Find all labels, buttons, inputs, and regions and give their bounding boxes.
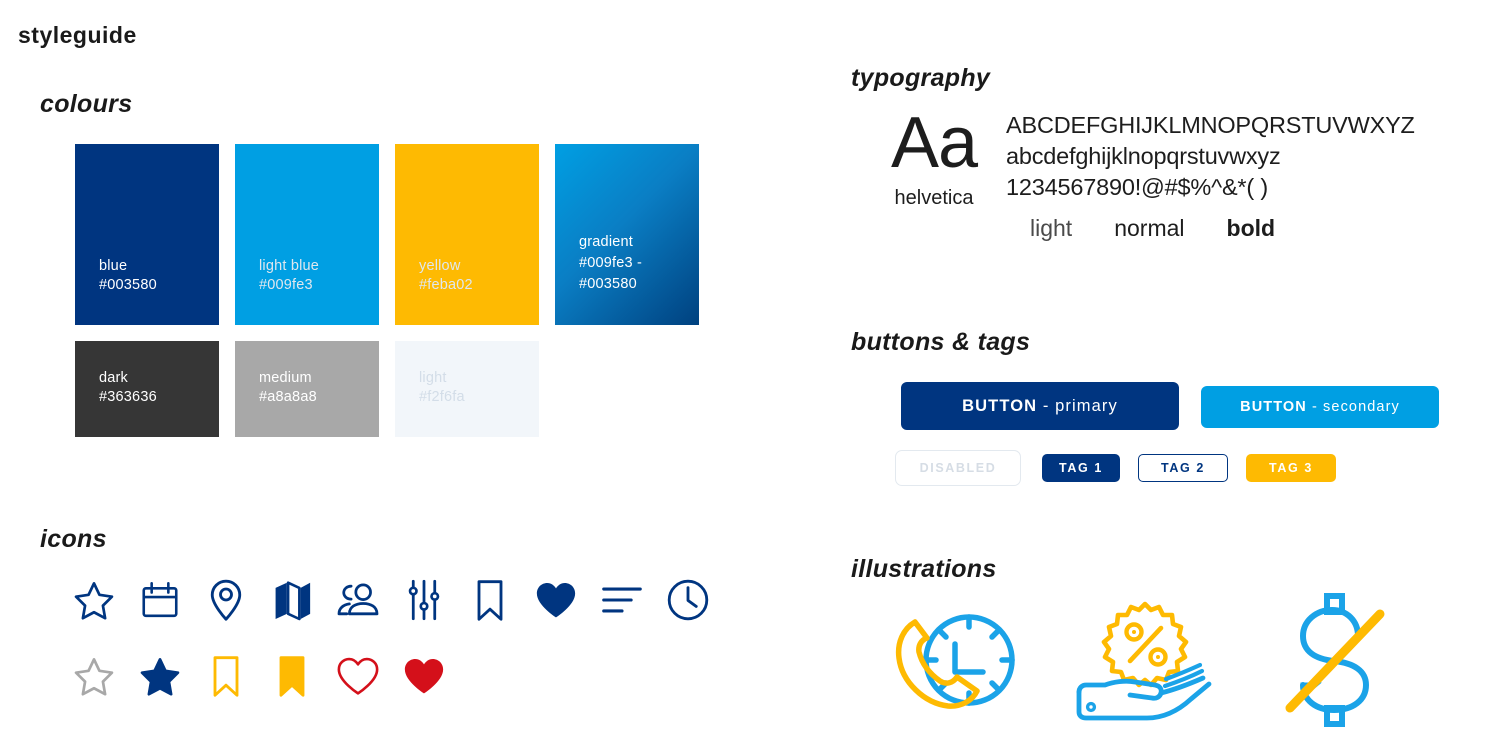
disabled-tag: DISABLED	[895, 450, 1021, 486]
colour-swatch-light-blue: light blue #009fe3	[235, 144, 379, 325]
section-title-illustrations: illustrations	[851, 555, 997, 583]
sliders-icon[interactable]	[402, 572, 446, 628]
colour-swatch-light: light #f2f6fa	[395, 341, 539, 437]
swatch-name: medium	[259, 370, 312, 386]
typeface-sample: Aa helvetica	[880, 103, 988, 212]
swatch-hex: #009fe3	[259, 277, 313, 293]
phone-clock-globe-illustration	[880, 590, 1030, 730]
primary-button[interactable]: BUTTON - primary	[901, 382, 1179, 430]
star-outline-icon[interactable]	[72, 572, 116, 628]
swatch-name: dark	[99, 370, 129, 386]
styleguide-page: styleguide colours blue #003580 light bl…	[0, 0, 1500, 750]
colour-swatch-row-1: blue #003580 light blue #009fe3 yellow #…	[75, 144, 699, 325]
swatch-name: yellow	[419, 258, 461, 274]
font-weights: light normal bold	[1030, 215, 1415, 242]
swatch-name: light blue	[259, 258, 320, 274]
page-title: styleguide	[18, 22, 137, 48]
sort-list-icon[interactable]	[600, 572, 644, 628]
star-filled-blue-icon[interactable]	[138, 650, 182, 702]
hand-discount-badge-illustration	[1070, 590, 1220, 730]
weight-light: light	[1030, 215, 1073, 241]
heart-filled-icon[interactable]	[534, 572, 578, 628]
colour-swatch-medium: medium #a8a8a8	[235, 341, 379, 437]
secondary-button-label-rest: - secondary	[1306, 399, 1400, 415]
typeface-glyph: Aa	[890, 103, 978, 183]
lowercase-line: abcdefghijklnopqrstuvwxyz	[1006, 143, 1281, 169]
icon-row-primary	[72, 572, 710, 628]
weight-bold: bold	[1226, 215, 1276, 241]
heart-outline-red-icon[interactable]	[336, 650, 380, 702]
swatch-hex: #003580	[99, 277, 157, 293]
secondary-button[interactable]: BUTTON - secondary	[1201, 386, 1439, 428]
tag-3[interactable]: TAG 3	[1246, 454, 1336, 482]
tag-2[interactable]: TAG 2	[1138, 454, 1228, 482]
swatch-name: gradient	[579, 234, 633, 250]
colour-swatch-blue: blue #003580	[75, 144, 219, 325]
numerals-line: 1234567890!@#$%^&*( )	[1006, 174, 1268, 200]
swatch-hex: #009fe3 - #003580	[579, 255, 643, 292]
people-icon[interactable]	[336, 572, 380, 628]
section-title-buttons-tags: buttons & tags	[851, 328, 1031, 356]
section-title-icons: icons	[40, 525, 107, 553]
primary-button-label-bold: BUTTON	[962, 396, 1038, 415]
typography-specimen: Aa helvetica ABCDEFGHIJKLMNOPQRSTUVWXYZ …	[880, 103, 1415, 242]
colour-swatch-gradient: gradient #009fe3 - #003580	[555, 144, 699, 325]
swatch-hex: #363636	[99, 389, 157, 405]
bookmark-filled-yellow-icon[interactable]	[270, 650, 314, 702]
clock-icon[interactable]	[666, 572, 710, 628]
swatch-name: light	[419, 370, 447, 386]
section-title-typography: typography	[851, 64, 991, 92]
primary-button-label-rest: - primary	[1037, 396, 1118, 415]
illustration-row	[880, 590, 1410, 730]
typeface-name: helvetica	[894, 187, 974, 209]
swatch-hex: #f2f6fa	[419, 389, 465, 405]
colour-swatch-dark: dark #363636	[75, 341, 219, 437]
icon-row-states	[72, 650, 446, 702]
secondary-button-label-bold: BUTTON	[1240, 399, 1307, 415]
swatch-name: blue	[99, 258, 128, 274]
star-outline-grey-icon[interactable]	[72, 650, 116, 702]
bookmark-outline-icon[interactable]	[468, 572, 512, 628]
location-pin-icon[interactable]	[204, 572, 248, 628]
map-icon[interactable]	[270, 572, 314, 628]
section-title-colours: colours	[40, 90, 133, 118]
tag-1[interactable]: TAG 1	[1042, 454, 1120, 482]
character-set: ABCDEFGHIJKLMNOPQRSTUVWXYZ abcdefghijkln…	[1006, 110, 1415, 242]
calendar-icon[interactable]	[138, 572, 182, 628]
swatch-hex: #a8a8a8	[259, 389, 317, 405]
colour-swatch-yellow: yellow #feba02	[395, 144, 539, 325]
weight-normal: normal	[1114, 215, 1185, 241]
colour-swatch-row-2: dark #363636 medium #a8a8a8 light #f2f6f…	[75, 341, 539, 437]
swatch-hex: #feba02	[419, 277, 473, 293]
heart-filled-red-icon[interactable]	[402, 650, 446, 702]
uppercase-line: ABCDEFGHIJKLMNOPQRSTUVWXYZ	[1006, 112, 1415, 138]
no-dollar-illustration	[1260, 590, 1410, 730]
button-row: BUTTON - primary BUTTON - secondary	[901, 382, 1439, 430]
bookmark-outline-yellow-icon[interactable]	[204, 650, 248, 702]
tag-row: DISABLED TAG 1 TAG 2 TAG 3	[895, 450, 1336, 486]
